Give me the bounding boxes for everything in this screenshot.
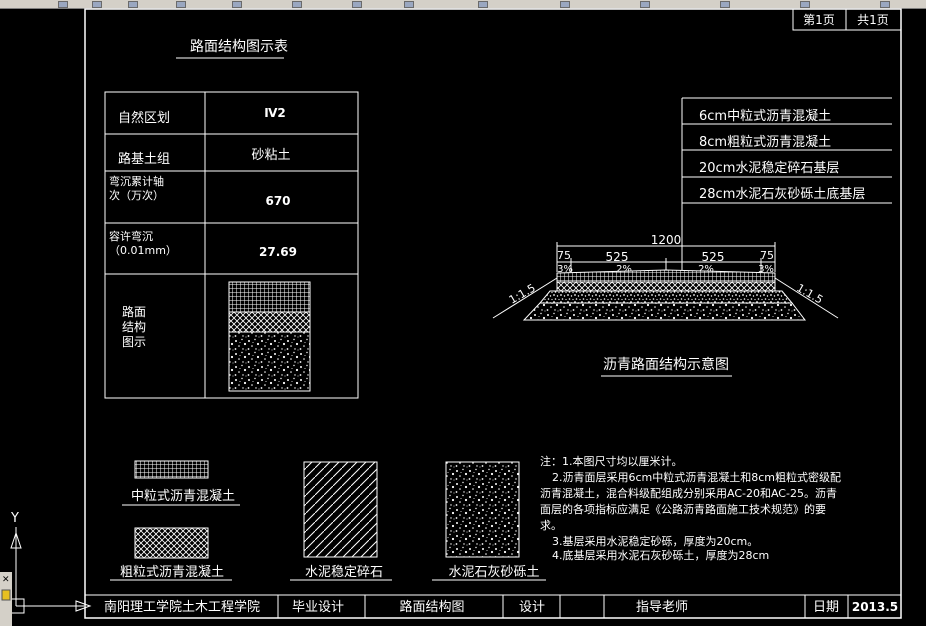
drawing-type: 毕业设计 xyxy=(292,600,344,615)
dim-shoulder: 75 xyxy=(760,249,774,262)
ucs-y-label: Y xyxy=(10,511,19,526)
cell-value: 27.69 xyxy=(259,245,297,259)
layer-label: 28cm水泥石灰砂砾土底基层 xyxy=(699,186,865,202)
ucs-icon: Y xyxy=(7,511,92,614)
note-line: 沥青混凝土，混合料级配组成分别采用AC-20和AC-25。沥青 xyxy=(540,486,837,500)
legend-label: 中粒式沥青混凝土 xyxy=(131,488,235,504)
section-title: 沥青路面结构示意图 xyxy=(603,356,729,373)
note-line: 注：1.本图尺寸均以厘米计。 xyxy=(540,454,683,468)
legend-label: 水泥稳定碎石 xyxy=(305,564,383,580)
dim-half: 525 xyxy=(702,250,725,264)
side-slope-label: 1:1.5 xyxy=(507,281,538,306)
note-line: 求。 xyxy=(540,519,562,532)
legend-label: 粗粒式沥青混凝土 xyxy=(120,564,224,580)
legend-swatch-cement-stone xyxy=(303,461,378,558)
layer-labels: 6cm中粒式沥青混凝土 8cm粗粒式沥青混凝土 20cm水泥稳定碎石基层 28c… xyxy=(681,97,892,274)
legend-swatch-fine xyxy=(134,460,209,479)
page-number-box: 第1页 共1页 xyxy=(792,8,902,31)
notes: 注：1.本图尺寸均以厘米计。 2.沥青面层采用6cm中粒式沥青混凝土和8cm粗粒… xyxy=(540,454,841,562)
cell-label: 次（万次） xyxy=(109,188,164,202)
note-line: 3.基层采用水泥稳定砂砾，厚度为20cm。 xyxy=(552,534,758,548)
legend-swatch-coarse xyxy=(134,527,209,559)
dim-shoulder: 75 xyxy=(557,249,571,262)
side-slope-label: 1:1.5 xyxy=(794,281,825,306)
drawing-canvas: 第1页 共1页 路面结构图示表 自然区划 Ⅳ2 路基土组 砂粘土 弯沉累计轴 次… xyxy=(0,8,902,626)
layer-label: 20cm水泥稳定碎石基层 xyxy=(699,160,839,176)
cell-value: Ⅳ2 xyxy=(264,106,286,120)
school-name: 南阳理工学院土木工程学院 xyxy=(104,599,260,615)
dim-total: 1200 xyxy=(651,233,682,247)
date-label: 日期 xyxy=(813,600,839,615)
structure-table: 自然区划 Ⅳ2 路基土组 砂粘土 弯沉累计轴 次（万次） 670 容许弯沉 （0… xyxy=(104,91,359,399)
note-line: 面层的各项指标应满足《公路沥青路面施工技术规范》的要 xyxy=(540,502,826,516)
legend: 中粒式沥青混凝土 粗粒式沥青混凝土 水泥稳定碎石 水泥石灰砂砾土 xyxy=(110,460,546,581)
close-icon[interactable]: ✕ xyxy=(2,575,10,585)
cell-value: 砂粘土 xyxy=(251,148,290,163)
cell-label: 路面 xyxy=(122,304,146,319)
cell-label: （0.01mm） xyxy=(109,244,177,257)
structure-column-diagram xyxy=(228,281,311,392)
cell-label: 结构 xyxy=(122,319,146,334)
dim-half: 525 xyxy=(606,250,629,264)
cell-label: 路基土组 xyxy=(118,151,170,167)
side-panel-widget[interactable]: ✕ xyxy=(0,572,12,626)
cell-label: 图示 xyxy=(122,335,146,349)
title-block: 南阳理工学院土木工程学院 毕业设计 路面结构图 设计 指导老师 日期 2013.… xyxy=(85,594,901,618)
pavement-cross-section: 1200 75 525 525 75 3% 2% 2% 3% 1:1.5 1:1… xyxy=(492,233,839,377)
cell-label: 容许弯沉 xyxy=(109,229,153,243)
drawing-name: 路面结构图 xyxy=(399,599,464,615)
legend-label: 水泥石灰砂砾土 xyxy=(448,565,539,580)
layer-label: 6cm中粒式沥青混凝土 xyxy=(699,108,831,124)
table-title: 路面结构图示表 xyxy=(190,39,288,55)
advisor-label: 指导老师 xyxy=(636,600,688,615)
legend-swatch-lime-gravel xyxy=(445,461,520,558)
cell-value: 670 xyxy=(265,194,290,208)
note-line: 4.底基层采用水泥石灰砂砾土，厚度为28cm xyxy=(552,548,769,562)
cell-label: 弯沉累计轴 xyxy=(109,174,164,188)
page-total: 共1页 xyxy=(857,13,889,27)
layer-label: 8cm粗粒式沥青混凝土 xyxy=(699,134,831,150)
date-value: 2013.5 xyxy=(852,600,898,614)
page-no: 第1页 xyxy=(803,13,835,27)
designer-label: 设计 xyxy=(519,600,545,615)
panel-icon[interactable] xyxy=(1,589,11,601)
note-line: 2.沥青面层采用6cm中粒式沥青混凝土和8cm粗粒式密级配 xyxy=(552,470,841,484)
cell-label: 自然区划 xyxy=(118,110,170,126)
